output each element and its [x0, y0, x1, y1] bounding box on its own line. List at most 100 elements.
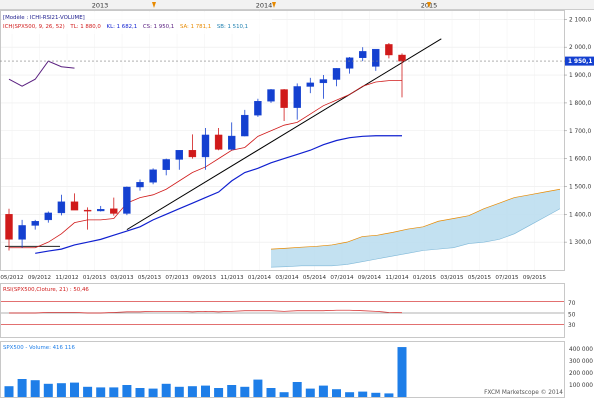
time-tick-label: 07/2015	[495, 275, 519, 281]
bull-candle-body	[345, 57, 354, 69]
bear-candle-body	[385, 44, 393, 56]
bull-candle-body	[267, 89, 275, 102]
senkou-b-value: SB: 1 510,1	[217, 24, 248, 30]
bull-candle-body	[162, 159, 170, 170]
rsi-label: RSI(SPX500,Cloture, 21) : 50,46	[3, 287, 89, 293]
volume-bar	[109, 387, 119, 397]
rsi-level-50: 50	[568, 313, 576, 319]
time-tick-label: 11/2012	[55, 275, 78, 281]
time-tick-label: 11/2014	[385, 275, 409, 281]
rsi-level-70: 70	[568, 301, 576, 307]
price-tick-label: 2 100,0	[569, 17, 591, 23]
volume-bar	[17, 379, 27, 397]
bull-candle-body	[359, 51, 367, 58]
volume-bar	[358, 391, 368, 397]
volume-axis: 400 000 300 000 200 000 100 000	[569, 347, 593, 389]
year-ruler	[0, 0, 594, 10]
time-tick-label: 09/2015	[523, 275, 547, 281]
bear-candle-body	[83, 209, 92, 212]
bull-candle-body	[306, 82, 314, 87]
bull-candle-body	[31, 221, 39, 226]
rsi-level-30: 30	[568, 323, 576, 329]
bull-candle-body	[44, 212, 52, 221]
volume-bar	[397, 347, 407, 397]
bull-candle-body	[319, 79, 328, 84]
price-tick-label: 1 900,0	[569, 73, 591, 79]
volume-bar	[318, 385, 328, 397]
volume-bar	[96, 387, 106, 397]
time-tick-label: 05/2012	[0, 275, 23, 281]
volume-bar	[292, 382, 302, 397]
volume-bar	[43, 383, 53, 397]
time-tick-label: 07/2013	[165, 275, 189, 281]
time-tick-label: 03/2015	[440, 275, 464, 281]
price-axis: 2 100,0 2 000,0 1 900,0 1 800,0 1 700,0 1 600…	[564, 17, 591, 246]
volume-bar	[187, 386, 197, 397]
bull-candle-body	[201, 134, 210, 158]
volume-bar	[266, 388, 276, 397]
bear-candle-body	[70, 201, 79, 211]
volume-bar	[56, 383, 66, 397]
volume-bar	[240, 386, 250, 397]
time-tick-label: 01/2014	[248, 275, 272, 281]
time-tick-label: 05/2013	[138, 275, 162, 281]
volume-bar	[305, 388, 315, 397]
volume-bar	[161, 383, 171, 397]
chart-canvas[interactable]: 2013 2014 2015 2 100,02 000,01 900,01 80…	[0, 0, 594, 400]
price-tick-label: 1 700,0	[569, 129, 591, 135]
volume-bar	[345, 392, 355, 397]
bull-candle-body	[57, 201, 66, 214]
volume-bar	[83, 386, 93, 397]
volume-bar	[253, 379, 263, 397]
time-tick-label: 03/2013	[110, 275, 134, 281]
time-tick-label: 01/2015	[413, 275, 437, 281]
time-tick-label: 09/2012	[28, 275, 51, 281]
volume-bar	[135, 388, 145, 397]
time-tick-label: 01/2013	[83, 275, 107, 281]
model-label: [Modèle : ICHI-RSI21-VOLUME]	[3, 14, 85, 21]
price-tick-label: 1 300,0	[569, 240, 591, 246]
time-tick-label: 09/2013	[193, 275, 217, 281]
bear-candle-body	[110, 208, 118, 214]
bull-candle-body	[136, 182, 144, 188]
bull-candle-body	[372, 48, 380, 67]
time-tick-label: 11/2013	[220, 275, 244, 281]
bull-candle-body	[241, 114, 249, 137]
price-tick-label: 1 400,0	[569, 212, 591, 218]
volume-label: SPX500 - Volume: 416 116	[3, 345, 75, 351]
time-tick-label: 07/2014	[330, 275, 354, 281]
copyright-text: FXCM Marketscope © 2014	[484, 389, 563, 396]
time-tick-label: 05/2015	[468, 275, 492, 281]
bull-candle-body	[293, 86, 301, 108]
volume-bar	[201, 385, 210, 397]
volume-tick-label: 100 000	[569, 383, 593, 389]
ich-prefix: ICH(SPX500, 9, 26, 52)	[3, 24, 65, 30]
time-tick-label: 05/2014	[303, 275, 327, 281]
volume-bar	[279, 392, 289, 397]
time-tick-label: 03/2014	[275, 275, 299, 281]
volume-bar	[332, 389, 341, 397]
volume-tick-label: 200 000	[569, 371, 593, 377]
bull-candle-body	[175, 150, 184, 160]
price-tick-label: 2 000,0	[569, 45, 591, 51]
volume-bar	[384, 393, 394, 397]
bear-candle-body	[214, 134, 223, 150]
volume-bar	[30, 380, 40, 397]
year-label-2014: 2014	[256, 2, 273, 10]
chikou-value: CS: 1 950,1	[143, 24, 174, 30]
bear-candle-body	[398, 54, 406, 62]
volume-bar	[227, 385, 237, 397]
year-label-2013: 2013	[92, 2, 109, 10]
price-tick-label: 1 600,0	[569, 157, 591, 163]
bear-candle-body	[280, 89, 288, 108]
bull-candle-body	[227, 135, 236, 150]
tenkan-value: TL: 1 880,0	[69, 24, 101, 30]
bull-candle-body	[149, 169, 157, 183]
bull-candle-body	[123, 186, 131, 214]
volume-tick-label: 300 000	[569, 359, 593, 365]
kijun-value: KL: 1 682,1	[107, 24, 138, 30]
time-axis: 05/2012 09/2012 11/2012 01/2013 03/2013 05/20…	[0, 275, 546, 281]
volume-bar	[371, 392, 381, 397]
bull-candle-body	[254, 101, 262, 116]
price-tick-label: 1 500,0	[569, 184, 591, 190]
